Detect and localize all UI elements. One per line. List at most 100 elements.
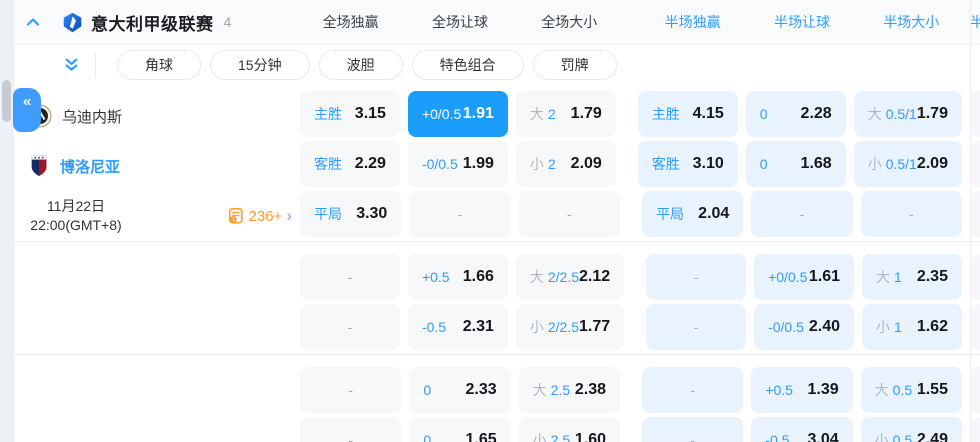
next-column-sliver-cell (969, 254, 980, 300)
odds-row: - -0.5 2.31 小 2/2.5 1.77- -0/0.5 2.40 小 1 1.62 (300, 304, 980, 350)
odds-cell[interactable]: 小 0.5 2.49 (860, 417, 962, 442)
odds-cell[interactable]: 0 1.68 (745, 141, 846, 187)
league-header-left: 意大利甲级联赛 4 (14, 10, 300, 35)
odds-option-label: 大 (876, 269, 891, 285)
odds-cell[interactable]: 客胜 2.29 (300, 141, 400, 187)
odds-row: -0 2.33 大 2.5 2.38- +0.5 1.39 大 0.5 1.55 (300, 367, 980, 413)
odds-option-label: 小 (532, 432, 547, 442)
odds-cell-empty: - (641, 417, 744, 442)
odds-value: 3.30 (356, 205, 388, 222)
odds-option-label: -0.5 (421, 319, 447, 335)
column-header-5[interactable]: 半场让球 (751, 12, 852, 32)
odds-cell[interactable]: 大 0.5/1 1.79 (853, 91, 962, 137)
odds-value: 2.49 (916, 431, 948, 442)
filter-pill[interactable]: 特色组合 (411, 50, 524, 80)
odds-cell[interactable]: 主胜 3.15 (300, 91, 400, 137)
odds-cell[interactable]: 0 1.65 (409, 417, 511, 442)
match-datetime: 11月22日 22:00(GMT+8) (14, 197, 138, 235)
empty-odds-dash: - (908, 206, 914, 222)
next-column-sliver-cell (969, 141, 980, 187)
match-info-spacer (14, 254, 300, 354)
odds-option-label: +0.5 (421, 269, 450, 285)
odds-value: 1.77 (579, 318, 611, 335)
column-header-3[interactable]: 全场大小 (519, 12, 620, 32)
more-markets-link[interactable]: 236+ › (227, 207, 292, 225)
odds-rows-tertiary: -0 2.33 大 2.5 2.38- +0.5 1.39 大 0.5 1.55-0 1.65 小 2.… (300, 367, 980, 442)
odds-option-label: 大 (867, 106, 882, 122)
odds-value: 4.15 (692, 105, 724, 122)
odds-cell[interactable]: 平局 3.30 (300, 191, 402, 237)
match-info-spacer (14, 367, 300, 442)
odds-option-label: 小 (876, 319, 891, 335)
next-column-sliver-cell (969, 191, 980, 237)
collapse-league-chevron-up-icon[interactable] (25, 14, 41, 30)
odds-cell[interactable]: 客胜 3.10 (637, 141, 738, 187)
odds-cell[interactable]: 小 2 2.09 (515, 141, 616, 187)
odds-value: 2.40 (808, 318, 841, 335)
tertiary-odds-group: -0 2.33 大 2.5 2.38- +0.5 1.39 大 0.5 1.55-0 1.65 小 2.… (14, 355, 980, 442)
filter-pill[interactable]: 罚牌 (532, 50, 617, 80)
odds-cell-empty: - (860, 191, 962, 237)
odds-cell[interactable]: 0 2.28 (745, 91, 846, 137)
odds-cell-empty: - (300, 417, 402, 442)
empty-odds-dash: - (566, 206, 572, 222)
odds-cell[interactable]: 主胜 4.15 (637, 91, 738, 137)
odds-cell[interactable]: -0.5 2.31 (407, 304, 508, 350)
odds-value: 1.62 (916, 318, 948, 335)
odds-value: 2.31 (462, 318, 494, 335)
collapse-panel-tab[interactable]: « (13, 88, 41, 132)
serie-a-league-logo-icon (62, 12, 83, 33)
filter-pill[interactable]: 波胆 (318, 50, 403, 80)
odds-value: 2.09 (916, 155, 948, 172)
odds-option-label: -0/0.5 (768, 319, 804, 335)
away-team-row[interactable]: 博洛尼亚 (14, 141, 300, 191)
next-column-sliver-cell (969, 417, 980, 442)
odds-option-label: 0 (423, 432, 432, 442)
odds-line-value: 0.5/1 (885, 156, 917, 172)
odds-cell[interactable]: 大 2.5 2.38 (518, 367, 620, 413)
odds-cell[interactable]: +0/0.5 1.61 (754, 254, 855, 300)
odds-cell-empty: - (300, 304, 400, 350)
odds-line-value: 0.5 (892, 382, 913, 398)
odds-cell[interactable]: 大 2/2.5 2.12 (515, 254, 625, 300)
away-team-crest-icon (28, 154, 50, 178)
left-gutter (0, 0, 14, 442)
expand-double-chevron-down-icon[interactable] (62, 56, 81, 75)
filter-pill[interactable]: 角球 (117, 50, 201, 80)
league-match-count: 4 (223, 14, 232, 30)
column-header-4[interactable]: 半场独赢 (642, 12, 743, 32)
odds-cell[interactable]: +0.5 1.39 (751, 367, 853, 413)
odds-value: 1.99 (462, 155, 494, 172)
filter-pill[interactable]: 15分钟 (210, 50, 310, 80)
odds-cell[interactable]: 小 2.5 1.60 (518, 417, 620, 442)
odds-cell[interactable]: -0.5 3.04 (751, 417, 853, 442)
odds-cell[interactable]: +0.5 1.66 (407, 254, 508, 300)
odds-cell[interactable]: -0/0.5 2.40 (754, 304, 855, 350)
odds-value: 1.60 (574, 431, 606, 442)
odds-value: 1.61 (808, 268, 841, 285)
odds-cell[interactable]: 平局 2.04 (641, 191, 744, 237)
scrollbar-thumb[interactable] (2, 80, 11, 122)
odds-cell[interactable]: +0/0.5 1.91 (407, 91, 508, 137)
empty-odds-dash: - (693, 319, 699, 335)
column-header-2[interactable]: 全场让球 (409, 12, 510, 32)
odds-option-label: 大 (874, 382, 889, 398)
odds-option-label: 小 (529, 319, 544, 335)
odds-value: 1.91 (462, 105, 494, 122)
odds-cell[interactable]: 大 1 2.35 (862, 254, 962, 300)
odds-cell[interactable]: 小 1 1.62 (862, 304, 962, 350)
column-header-1[interactable]: 全场独赢 (300, 12, 401, 32)
odds-cell[interactable]: 0 2.33 (409, 367, 511, 413)
column-header-6[interactable]: 半场大小 (861, 12, 962, 32)
odds-cell[interactable]: 小 2/2.5 1.77 (515, 304, 625, 350)
next-column-sliver-cell (969, 367, 980, 413)
odds-cell[interactable]: -0/0.5 1.99 (407, 141, 508, 187)
empty-odds-dash: - (348, 382, 353, 398)
odds-cell[interactable]: 大 2 1.79 (515, 91, 616, 137)
empty-odds-dash: - (347, 319, 353, 335)
odds-cell-empty: - (646, 254, 747, 300)
home-team-row[interactable]: 乌迪内斯 (14, 91, 300, 141)
odds-cell[interactable]: 小 0.5/1 2.09 (853, 141, 962, 187)
odds-cell[interactable]: 大 0.5 1.55 (860, 367, 962, 413)
odds-value: 1.66 (462, 268, 494, 285)
